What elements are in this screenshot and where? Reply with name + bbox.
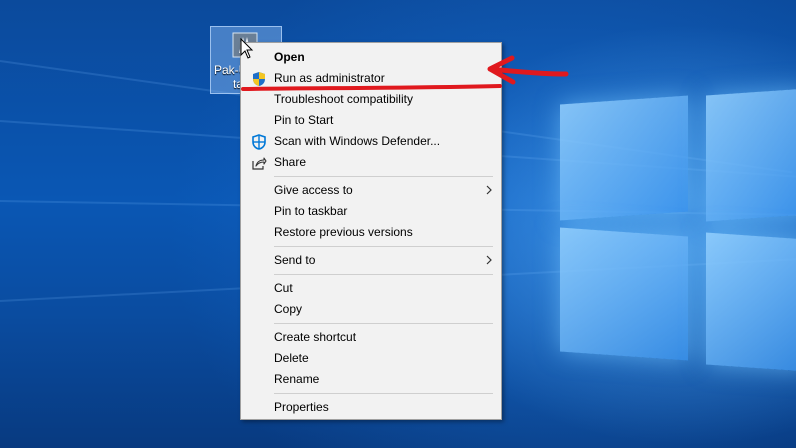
menu-item-label: Rename [274, 372, 320, 386]
menu-item-run-as-administrator[interactable]: Run as administrator [241, 68, 501, 89]
windows-defender-icon [252, 134, 266, 150]
menu-item-label: Troubleshoot compatibility [274, 92, 413, 106]
menu-item-label: Pin to Start [274, 113, 334, 127]
menu-item-troubleshoot-compatibility[interactable]: Troubleshoot compatibility [241, 89, 501, 110]
menu-item-label: Copy [274, 302, 303, 316]
menu-item-label: Send to [274, 253, 316, 267]
menu-item-label: Pin to taskbar [274, 204, 348, 218]
menu-item-properties[interactable]: Properties [241, 397, 501, 418]
menu-item-give-access-to[interactable]: Give access to [241, 180, 501, 201]
menu-item-copy[interactable]: Copy [241, 299, 501, 320]
share-icon [252, 157, 267, 170]
menu-item-label: Share [274, 155, 307, 169]
menu-item-open[interactable]: Open [241, 47, 501, 68]
menu-item-cut[interactable]: Cut [241, 278, 501, 299]
menu-item-send-to[interactable]: Send to [241, 250, 501, 271]
menu-item-label: Give access to [274, 183, 353, 197]
menu-item-label: Cut [274, 281, 293, 295]
logo-pane [560, 95, 688, 221]
menu-item-rename[interactable]: Rename [241, 369, 501, 390]
context-menu: Open Run as administrator Troubleshoot com… [240, 42, 502, 420]
menu-item-scan-with-windows-defender[interactable]: Scan with Windows Defender... [241, 131, 501, 152]
menu-item-label: Delete [274, 351, 309, 365]
menu-item-restore-previous-versions[interactable]: Restore previous versions [241, 222, 501, 243]
menu-separator [274, 176, 493, 177]
menu-item-create-shortcut[interactable]: Create shortcut [241, 327, 501, 348]
menu-item-pin-to-start[interactable]: Pin to Start [241, 110, 501, 131]
windows-logo [560, 88, 796, 422]
logo-pane [560, 227, 688, 361]
menu-separator [274, 274, 493, 275]
chevron-right-icon [486, 255, 492, 265]
menu-item-label: Scan with Windows Defender... [274, 134, 441, 148]
menu-separator [274, 323, 493, 324]
menu-item-label: Properties [274, 400, 329, 414]
menu-item-label: Open [274, 50, 305, 64]
uac-shield-icon [253, 72, 265, 86]
menu-item-label: Run as administrator [274, 71, 385, 85]
menu-item-share[interactable]: Share [241, 152, 501, 173]
menu-separator [274, 246, 493, 247]
menu-item-pin-to-taskbar[interactable]: Pin to taskbar [241, 201, 501, 222]
logo-pane [706, 88, 796, 222]
menu-item-label: Restore previous versions [274, 225, 413, 239]
menu-item-label: Create shortcut [274, 330, 357, 344]
menu-separator [274, 393, 493, 394]
menu-item-delete[interactable]: Delete [241, 348, 501, 369]
logo-pane [706, 232, 796, 372]
chevron-right-icon [486, 185, 492, 195]
mouse-cursor-icon [240, 38, 254, 59]
